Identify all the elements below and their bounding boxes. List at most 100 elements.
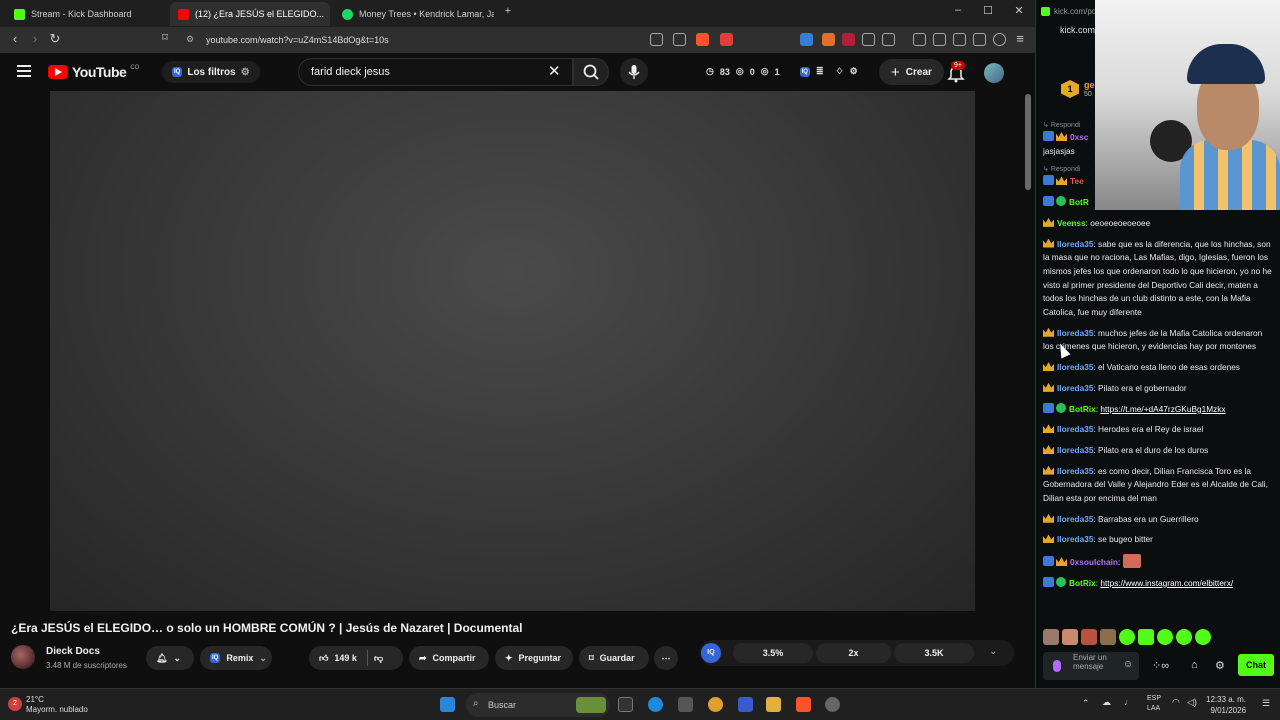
taskbar-clock[interactable]: 12:33 a. m. 9/01/2026	[1206, 694, 1246, 716]
speed-value[interactable]: 2x	[816, 643, 891, 663]
share-page-icon[interactable]	[673, 33, 686, 46]
tab-youtube-video[interactable]: (12) ¿Era JESÚS el ELEGIDO... ✕	[170, 2, 330, 26]
clear-search-icon[interactable]: ✕	[548, 62, 561, 80]
site-info-icon[interactable]: ⚙	[186, 34, 194, 45]
chat-username[interactable]: 0xsoulchain	[1070, 557, 1118, 567]
task-view-icon[interactable]	[618, 697, 633, 712]
like-count[interactable]: 149 k	[334, 653, 357, 663]
emote-button[interactable]	[1100, 629, 1116, 645]
send-chat-button[interactable]: Chat	[1238, 654, 1274, 676]
wifi-icon[interactable]: ◠	[1172, 697, 1180, 708]
filters-button[interactable]: IQ Los filtros ⚙	[162, 61, 260, 83]
chat-username[interactable]: BotR	[1069, 197, 1089, 207]
chat-message-input[interactable]: Enviar un mensaje ☺	[1043, 652, 1139, 680]
start-icon[interactable]	[440, 697, 455, 712]
chat-link[interactable]: https://t.me/+dA47rzGKuBg1Mzkx	[1100, 404, 1225, 414]
chat-username[interactable]: lloreda35	[1057, 534, 1093, 544]
new-tab-icon[interactable]: +	[498, 5, 518, 17]
minimize-icon[interactable]: –	[948, 4, 968, 16]
iq-icon[interactable]: IQ	[701, 643, 721, 663]
extension-icon[interactable]	[882, 33, 895, 46]
chat-username[interactable]: lloreda35	[1057, 362, 1093, 372]
brave-icon[interactable]	[796, 697, 811, 712]
chat-username[interactable]: lloreda35	[1057, 328, 1093, 338]
video-player[interactable]	[50, 91, 975, 611]
weather-widget[interactable]: 21°C Mayorm. nublado	[26, 695, 88, 715]
snipping-tool-icon[interactable]	[678, 697, 693, 712]
maximize-icon[interactable]: ☐	[978, 4, 998, 17]
gift-icon[interactable]: ⌂	[1191, 659, 1198, 671]
extension-icon[interactable]	[842, 33, 855, 46]
kick-popout-tab[interactable]: kick.com/pc	[1035, 0, 1100, 22]
edge-icon[interactable]	[648, 697, 663, 712]
save-button[interactable]: ⌑ Guardar	[579, 646, 649, 670]
chat-username[interactable]: Tee	[1070, 176, 1084, 186]
search-button[interactable]	[573, 58, 609, 86]
translate-extension-icon[interactable]	[800, 33, 813, 46]
close-window-icon[interactable]: ✕	[1009, 4, 1029, 17]
loudness-value[interactable]: 3.5%	[733, 643, 813, 663]
emoji-icon[interactable]: ☺	[1123, 660, 1133, 670]
channel-avatar[interactable]	[11, 645, 35, 669]
weather-icon[interactable]: 2	[8, 697, 22, 711]
subscription-bell-button[interactable]: 🔔︎ ⌄	[146, 646, 194, 670]
emote-button[interactable]	[1176, 629, 1192, 645]
back-icon[interactable]: ‹	[6, 31, 24, 46]
iq-icon[interactable]: IQ	[799, 66, 810, 77]
emote-button[interactable]	[1119, 629, 1135, 645]
notification-center-icon[interactable]: ☰	[1262, 698, 1270, 709]
store-icon[interactable]	[738, 697, 753, 712]
media-controls-icon[interactable]	[913, 33, 926, 46]
mic-tray-icon[interactable]: ♩	[1124, 697, 1133, 707]
tray-icon[interactable]: ☁	[1102, 697, 1111, 708]
wallet-icon[interactable]	[953, 33, 966, 46]
chat-username[interactable]: lloreda35	[1057, 239, 1093, 249]
microphone-icon[interactable]	[1053, 660, 1061, 672]
emote-button[interactable]	[1157, 629, 1173, 645]
chevron-down-icon[interactable]: ⌄	[989, 646, 997, 657]
leo-ai-icon[interactable]	[973, 33, 986, 46]
tab-kick-dashboard[interactable]: Stream - Kick Dashboard	[6, 2, 166, 26]
chat-username[interactable]: lloreda35	[1057, 445, 1093, 455]
chat-username[interactable]: lloreda35	[1057, 514, 1093, 524]
chrome-icon[interactable]	[708, 697, 723, 712]
emote-button[interactable]	[1043, 629, 1059, 645]
reload-icon[interactable]: ↻	[46, 31, 64, 47]
brave-rewards-icon[interactable]	[720, 33, 733, 46]
chat-link[interactable]: https://www.instagram.com/elbitterx/	[1100, 578, 1233, 588]
chat-username[interactable]: lloreda35	[1057, 466, 1093, 476]
youtube-logo[interactable]: YouTube CO	[48, 64, 139, 80]
chat-tools-icon[interactable]: ⁘∞	[1152, 659, 1169, 672]
settings-icon[interactable]: ⚙	[850, 66, 858, 77]
brave-shield-icon[interactable]	[696, 33, 709, 46]
scrollbar-thumb[interactable]	[1025, 94, 1031, 190]
obs-icon[interactable]	[825, 697, 840, 712]
share-button[interactable]: ➦ Compartir	[409, 646, 489, 670]
extension-icon[interactable]	[822, 33, 835, 46]
vpn-icon[interactable]	[993, 33, 1006, 46]
ask-button[interactable]: ✦ Preguntar	[495, 646, 573, 670]
chat-username[interactable]: BotRix	[1069, 404, 1096, 414]
settings-gear-icon[interactable]: ⚙	[1215, 659, 1225, 672]
emote-button[interactable]	[1081, 629, 1097, 645]
install-icon[interactable]	[650, 33, 663, 46]
tab-spotify[interactable]: Money Trees • Kendrick Lamar, Ja	[334, 2, 494, 26]
menu-icon[interactable]	[17, 65, 31, 77]
extensions-menu-icon[interactable]	[862, 33, 875, 46]
create-button[interactable]: + Crear	[879, 59, 944, 85]
sidebar-icon[interactable]	[933, 33, 946, 46]
dislike-icon[interactable]: 👎︎	[374, 653, 383, 664]
tray-chevron-icon[interactable]: ⌃	[1082, 698, 1090, 709]
remix-button[interactable]: IQ Remix ⌄	[200, 646, 272, 670]
voice-search-button[interactable]	[620, 58, 648, 86]
language-indicator[interactable]: ESP LAA	[1147, 694, 1161, 714]
account-avatar[interactable]	[984, 63, 1004, 83]
emote-button[interactable]	[1138, 629, 1154, 645]
bulb-icon[interactable]: ♢	[836, 66, 844, 77]
browser-menu-icon[interactable]: ≡	[1011, 31, 1029, 46]
chat-username[interactable]: BotRix	[1069, 578, 1096, 588]
channel-name[interactable]: Dieck Docs	[46, 646, 100, 657]
bookmark-icon[interactable]: ⌑	[156, 31, 174, 44]
chat-username[interactable]: lloreda35	[1057, 383, 1093, 393]
chat-username[interactable]: 0xsc	[1070, 132, 1088, 142]
